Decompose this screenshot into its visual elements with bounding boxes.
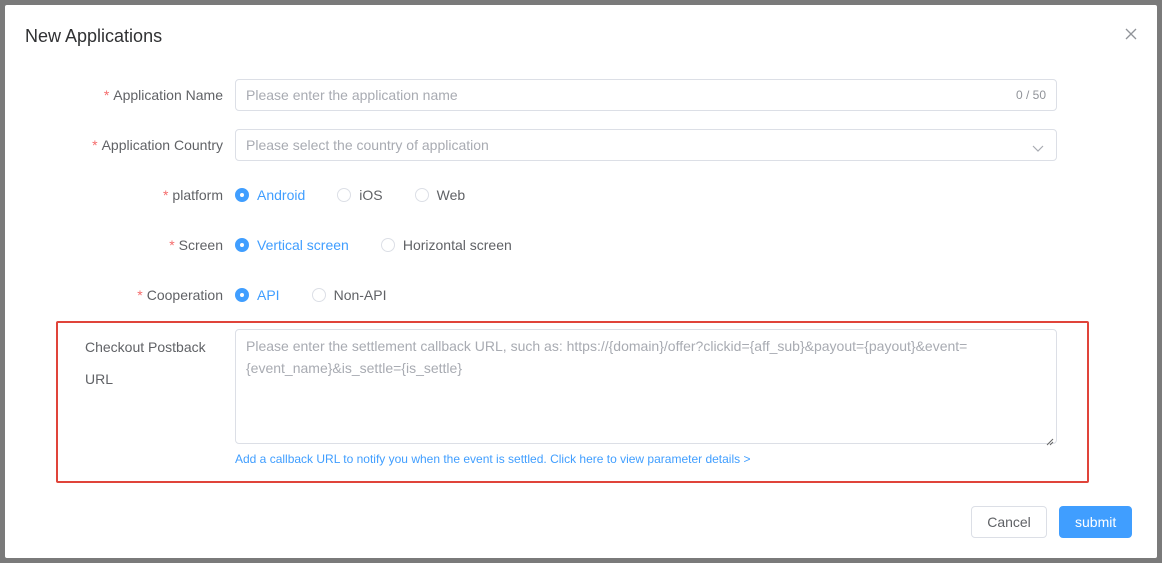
radio-non-api[interactable]: Non-API xyxy=(311,287,387,303)
form-row-cooperation: * Cooperation API Non-API xyxy=(5,279,1157,311)
radio-horizontal-screen[interactable]: Horizontal screen xyxy=(380,237,512,253)
required-mark: * xyxy=(162,187,169,203)
radio-circle[interactable] xyxy=(380,238,395,252)
submit-button[interactable]: submit xyxy=(1059,506,1132,538)
close-icon[interactable] xyxy=(1124,27,1138,41)
radio-web[interactable]: Web xyxy=(414,187,465,203)
required-mark: * xyxy=(103,87,110,103)
radio-circle[interactable] xyxy=(235,288,249,302)
radio-circle[interactable] xyxy=(337,188,352,202)
required-mark: * xyxy=(92,137,98,153)
app-name-input-wrapper: 0 / 50 xyxy=(235,79,1057,111)
app-country-label: * Application Country xyxy=(92,137,223,153)
required-mark: * xyxy=(137,287,143,303)
radio-circle[interactable] xyxy=(414,188,429,202)
new-application-dialog: New Applications *Application Name 0 / 5… xyxy=(5,5,1157,558)
resize-handle-icon[interactable] xyxy=(1046,433,1054,446)
cooperation-radio-group: API Non-API xyxy=(235,279,419,311)
app-name-label: * Application Name xyxy=(103,87,223,103)
platform-radio-group: Android iOS Web xyxy=(235,179,497,211)
radio-circle[interactable] xyxy=(235,238,249,252)
parameter-details-link[interactable]: Add a callback URL to notify you when th… xyxy=(235,452,750,466)
radio-android[interactable]: Android xyxy=(235,187,305,203)
checkout-postback-url-textarea[interactable] xyxy=(236,330,1056,443)
radio-ios[interactable]: iOS xyxy=(337,187,383,203)
chevron-down-icon[interactable] xyxy=(1032,140,1044,152)
checkout-postback-url-label: Checkout Postback URL xyxy=(85,339,206,387)
form-row-app-name: *Application Name 0 / 50 xyxy=(5,79,1157,111)
cancel-button[interactable]: Cancel xyxy=(971,506,1047,538)
screen-radio-group: Vertical screen Horizontal screen xyxy=(235,229,544,261)
checkout-postback-url-textarea-wrapper xyxy=(235,329,1057,446)
app-country-select[interactable] xyxy=(235,129,1057,161)
radio-vertical-screen[interactable]: Vertical screen xyxy=(235,237,349,253)
cooperation-label: * Cooperation xyxy=(137,287,223,303)
char-counter: 0 / 50 xyxy=(1015,88,1046,102)
form-row-platform: * platform Android iOS Web xyxy=(5,179,1157,211)
screen-label: * Screen xyxy=(169,237,223,253)
app-name-input[interactable] xyxy=(236,80,1056,110)
form-row-app-country: * Application Country xyxy=(5,129,1157,161)
required-mark: * xyxy=(169,237,175,253)
app-country-input[interactable] xyxy=(236,130,1056,160)
platform-label: * platform xyxy=(162,187,223,203)
radio-circle[interactable] xyxy=(311,288,326,302)
form-row-screen: * Screen Vertical screen Horizontal scree… xyxy=(5,229,1157,261)
radio-circle[interactable] xyxy=(235,188,249,202)
radio-api[interactable]: API xyxy=(235,287,280,303)
dialog-title: New Applications xyxy=(25,26,163,46)
